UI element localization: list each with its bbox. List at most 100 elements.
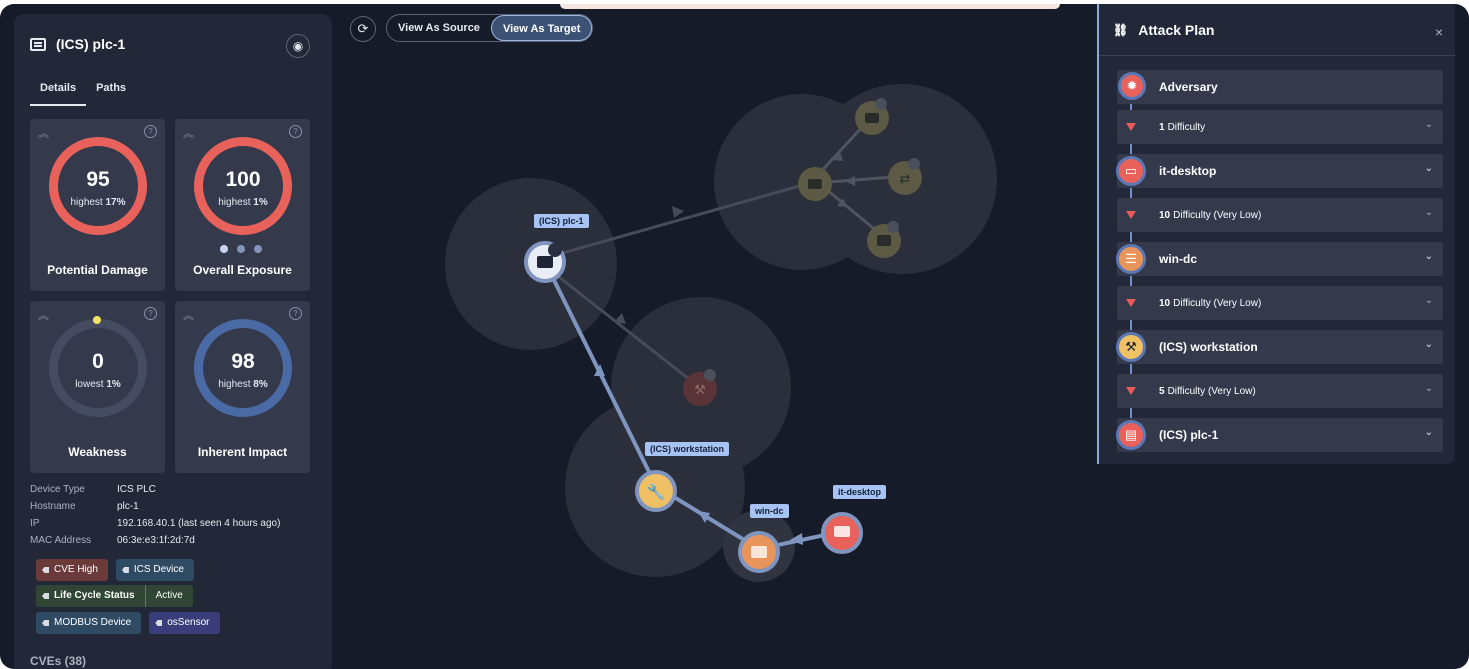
metric-card-weakness: ︽ ? 0 lowest 1% Weakness xyxy=(30,301,165,473)
share-nodes-icon: ⛓ xyxy=(1113,22,1129,37)
gear-icon: ✹ xyxy=(1118,72,1146,100)
attack-plan-header: ⛓ Attack Plan xyxy=(1099,4,1455,56)
arrow-down-icon xyxy=(1126,123,1136,131)
plan-difficulty[interactable]: 10 Difficulty (Very Low) ⌄ xyxy=(1117,198,1443,232)
network-graph: ⚒ ⇄ 🔧 ⟳ View As Source View As Target (I… xyxy=(332,4,1097,669)
panel-title: (ICS) plc-1 xyxy=(30,36,125,52)
chevron-down-icon[interactable]: ⌄ xyxy=(1425,339,1433,350)
carousel-dots[interactable] xyxy=(220,245,262,253)
help-icon[interactable]: ? xyxy=(144,307,157,320)
server-icon: ☰ xyxy=(1116,244,1146,274)
refresh-icon: ⟳ xyxy=(357,21,369,36)
chevron-down-icon[interactable]: ⌄ xyxy=(1425,427,1433,438)
device-properties: Device Type ICS PLC Hostname plc-1 IP 192.1… xyxy=(30,484,280,552)
score-ring: 95 highest 17% xyxy=(49,137,147,235)
svg-text:🔧: 🔧 xyxy=(647,482,666,501)
plan-step-it-desktop[interactable]: it-desktop ⌄ xyxy=(1117,154,1443,188)
globe-button[interactable]: ◉ xyxy=(286,34,310,58)
plan-step-win-dc[interactable]: win-dc ⌄ xyxy=(1117,242,1443,276)
chevron-down-icon[interactable]: ⌄ xyxy=(1425,119,1433,130)
view-as-target-button[interactable]: View As Target xyxy=(490,15,593,41)
score-sub: highest 17% xyxy=(70,197,126,208)
node-label-windc: win-dc xyxy=(750,504,789,518)
globe-icon: ◉ xyxy=(292,39,304,53)
graph-node-desktop[interactable] xyxy=(821,512,863,554)
score-value: 100 xyxy=(225,168,261,191)
plan-difficulty[interactable]: 5 Difficulty (Very Low) ⌄ xyxy=(1117,374,1443,408)
tag-lifecycle-value[interactable]: Active xyxy=(144,585,193,607)
tag-cve-high[interactable]: CVE High xyxy=(36,559,108,581)
arrow-down-icon xyxy=(1126,387,1136,395)
chevron-down-icon[interactable]: ⌄ xyxy=(1425,163,1433,174)
wrench-icon: ⚒ xyxy=(1116,332,1146,362)
graph-node-windc[interactable] xyxy=(738,531,780,573)
device-icon xyxy=(30,37,46,51)
score-marker xyxy=(93,316,101,324)
graph-node-workstation[interactable]: 🔧 xyxy=(635,470,677,512)
help-icon[interactable]: ? xyxy=(289,307,302,320)
refresh-button[interactable]: ⟳ xyxy=(350,16,376,42)
tag-ics-device[interactable]: ICS Device xyxy=(115,559,194,581)
tag-ossensor[interactable]: osSensor xyxy=(149,612,220,634)
tag-row: CVE High ICS Device xyxy=(36,559,194,581)
score-value: 95 xyxy=(86,168,110,191)
plan-step-adversary[interactable]: Adversary xyxy=(1117,70,1443,104)
score-ring: 100 highest 1% xyxy=(194,137,292,235)
cves-heading[interactable]: CVEs (38) xyxy=(30,654,86,668)
graph-node-faded[interactable] xyxy=(798,167,832,201)
property-row: Device Type ICS PLC xyxy=(30,484,156,495)
tag-modbus-device[interactable]: MODBUS Device xyxy=(36,612,142,634)
help-icon[interactable]: ? xyxy=(289,125,302,138)
app-frame: (ICS) plc-1 ◉ Details Paths ︽ ? 95 highe… xyxy=(0,4,1469,669)
chevron-down-icon[interactable]: ⌄ xyxy=(1425,383,1433,394)
chevrons-up-icon[interactable]: ︽ xyxy=(183,125,194,141)
view-as-source-button[interactable]: View As Source xyxy=(387,15,491,41)
chevron-down-icon[interactable]: ⌄ xyxy=(1425,207,1433,218)
plan-step-workstation[interactable]: (ICS) workstation ⌄ xyxy=(1117,330,1443,364)
chevrons-up-icon[interactable]: ︽ xyxy=(183,307,194,323)
metric-card-overall-exposure: ︽ ? 100 highest 1% Overall Exposure xyxy=(175,119,310,291)
property-row: Hostname plc-1 xyxy=(30,501,139,512)
score-sub: lowest 1% xyxy=(75,379,121,390)
property-row: MAC Address 06:3e:e3:1f:2d:7d xyxy=(30,535,195,546)
node-label-workstation: (ICS) workstation xyxy=(645,442,730,456)
arrow-down-icon xyxy=(1126,211,1136,219)
metric-label: Overall Exposure xyxy=(193,263,292,277)
metric-card-inherent-impact: ︽ ? 98 highest 8% Inherent Impact xyxy=(175,301,310,473)
score-sub: highest 1% xyxy=(218,197,268,208)
score-ring: 98 highest 8% xyxy=(194,319,292,417)
view-toggle: View As Source View As Target xyxy=(386,14,594,42)
metric-label: Potential Damage xyxy=(47,263,148,277)
score-value: 98 xyxy=(231,350,255,373)
property-row: IP 192.168.40.1 (last seen 4 hours ago) xyxy=(30,518,281,529)
graph-node-plc[interactable] xyxy=(524,241,566,283)
tab-paths[interactable]: Paths xyxy=(86,78,136,106)
device-icon: ▤ xyxy=(1116,420,1146,450)
metric-label: Inherent Impact xyxy=(197,445,288,459)
attack-plan-title: Attack Plan xyxy=(1138,21,1215,38)
attack-plan-panel: ⛓ Attack Plan × Adversary 1 Difficulty ⌄ i… xyxy=(1097,4,1455,464)
chevron-down-icon[interactable]: ⌄ xyxy=(1425,295,1433,306)
plan-difficulty[interactable]: 10 Difficulty (Very Low) ⌄ xyxy=(1117,286,1443,320)
close-icon[interactable]: × xyxy=(1435,24,1443,40)
detail-tabs: Details Paths xyxy=(30,78,136,106)
top-glow xyxy=(560,4,1060,9)
tag-row: MODBUS Device osSensor xyxy=(36,612,220,634)
device-details-panel: (ICS) plc-1 ◉ Details Paths ︽ ? 95 highe… xyxy=(14,14,332,669)
graph-canvas[interactable]: ⚒ ⇄ 🔧 xyxy=(332,4,1097,669)
tab-details[interactable]: Details xyxy=(30,78,87,106)
plan-difficulty[interactable]: 1 Difficulty ⌄ xyxy=(1117,110,1443,144)
svg-text:⇄: ⇄ xyxy=(900,172,911,187)
plan-step-plc[interactable]: (ICS) plc-1 ⌄ xyxy=(1117,418,1443,452)
tag-lifecycle-status[interactable]: Life Cycle Status xyxy=(36,585,145,607)
node-label-plc: (ICS) plc-1 xyxy=(534,214,589,228)
chevrons-up-icon[interactable]: ︽ xyxy=(38,307,49,323)
score-ring: 0 lowest 1% xyxy=(49,319,147,417)
chevron-down-icon[interactable]: ⌄ xyxy=(1425,251,1433,262)
score-sub: highest 8% xyxy=(218,379,268,390)
help-icon[interactable]: ? xyxy=(144,125,157,138)
device-title: (ICS) plc-1 xyxy=(56,36,126,52)
monitor-icon: ▭ xyxy=(1116,156,1146,186)
chevrons-up-icon[interactable]: ︽ xyxy=(38,125,49,141)
metric-label: Weakness xyxy=(68,445,127,459)
